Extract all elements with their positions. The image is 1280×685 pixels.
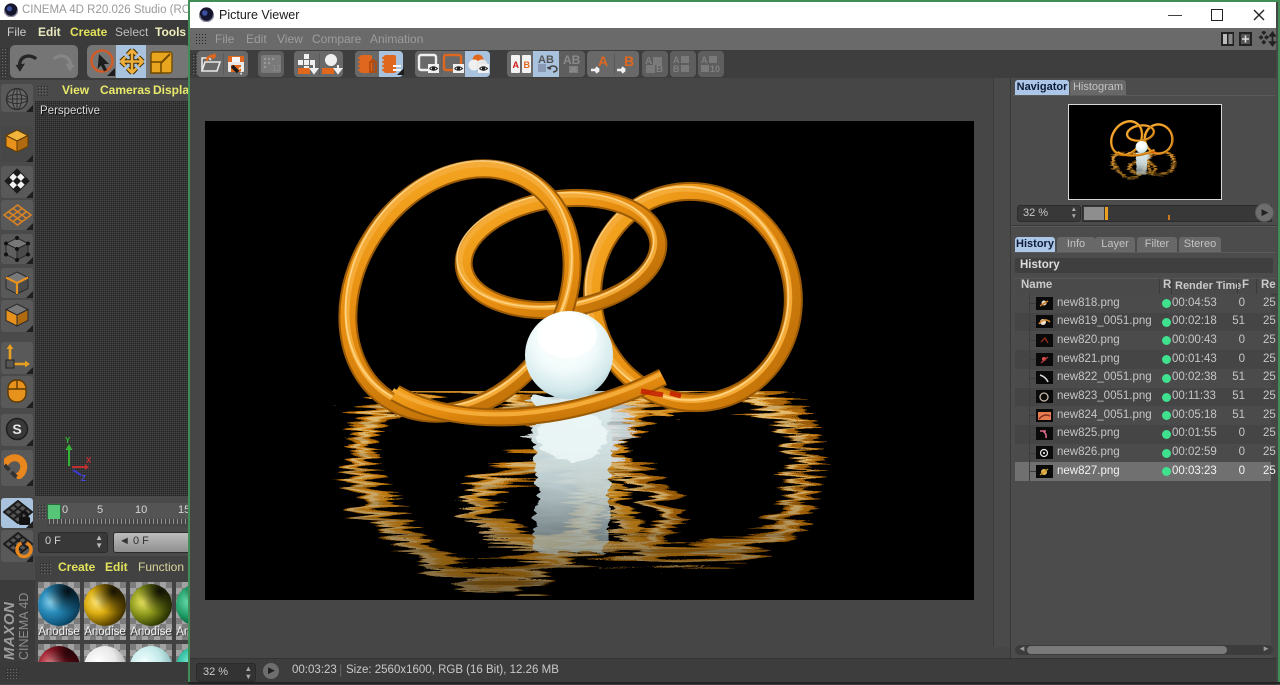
svg-text:B: B: [624, 53, 634, 69]
svg-text:10: 10: [710, 64, 720, 74]
svg-text:S: S: [12, 421, 21, 437]
svg-text:AB: AB: [563, 53, 581, 67]
svg-text:25: 25: [570, 68, 577, 74]
svg-text:A: A: [513, 60, 520, 70]
svg-text:X: X: [86, 456, 92, 465]
svg-text:Z: Z: [81, 474, 86, 481]
svg-text:Y: Y: [65, 436, 71, 445]
svg-text:A: A: [701, 55, 708, 65]
svg-text:A: A: [598, 53, 608, 69]
svg-text:?: ?: [238, 66, 245, 76]
svg-text:B: B: [673, 64, 680, 74]
svg-text:12: 12: [272, 64, 281, 73]
svg-text:B: B: [656, 64, 663, 75]
svg-text:B: B: [524, 60, 531, 70]
